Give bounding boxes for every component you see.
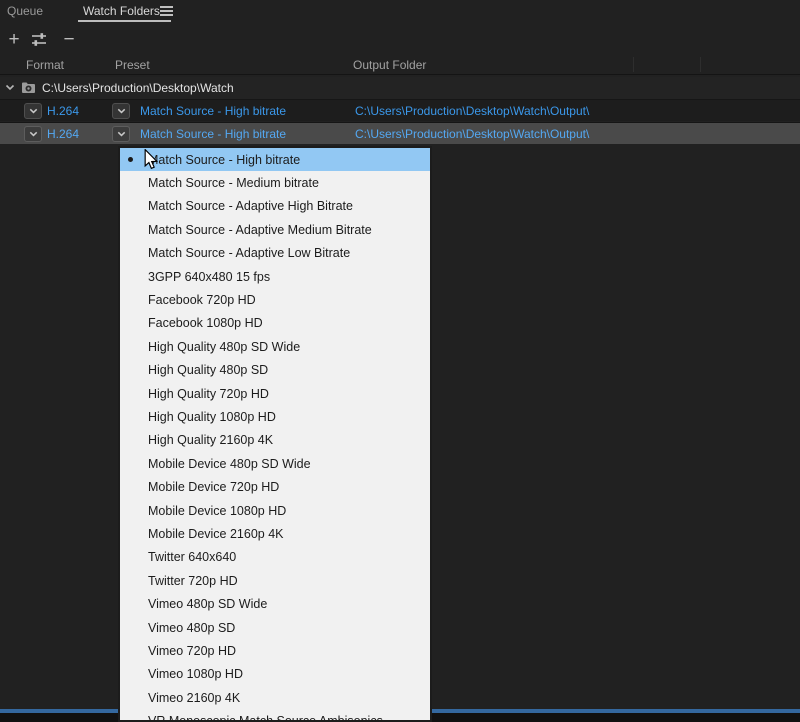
preset-option[interactable]: VR Monoscopic Match Source Ambisonics bbox=[120, 709, 430, 722]
column-header-format[interactable]: Format bbox=[26, 58, 64, 72]
preset-option[interactable]: Mobile Device 1080p HD bbox=[120, 499, 430, 522]
format-value[interactable]: H.264 bbox=[47, 100, 79, 122]
column-header-preset[interactable]: Preset bbox=[115, 58, 150, 72]
format-value[interactable]: H.264 bbox=[47, 123, 79, 145]
preset-option-label: Vimeo 2160p 4K bbox=[148, 691, 240, 705]
active-tab-underline bbox=[78, 20, 171, 22]
preset-option-label: Match Source - Adaptive High Bitrate bbox=[148, 199, 353, 213]
preset-option[interactable]: Vimeo 720p HD bbox=[120, 639, 430, 662]
mouse-cursor bbox=[144, 149, 158, 170]
preset-option-label: Vimeo 480p SD bbox=[148, 621, 235, 635]
preset-option-label: Match Source - High bitrate bbox=[148, 153, 300, 167]
tab-queue[interactable]: Queue bbox=[7, 4, 43, 18]
watch-folder-row[interactable]: C:\Users\Production\Desktop\Watch bbox=[0, 77, 800, 99]
watch-folders-panel: Queue Watch Folders + − Format Preset Ou… bbox=[0, 0, 800, 722]
preset-option[interactable]: Facebook 1080p HD bbox=[120, 312, 430, 335]
preset-option-label: VR Monoscopic Match Source Ambisonics bbox=[148, 714, 383, 722]
preset-option[interactable]: High Quality 2160p 4K bbox=[120, 429, 430, 452]
preset-option[interactable]: Vimeo 1080p HD bbox=[120, 663, 430, 686]
tab-watch-folders[interactable]: Watch Folders bbox=[83, 4, 160, 18]
preset-option[interactable]: Vimeo 480p SD bbox=[120, 616, 430, 639]
preset-option-label: High Quality 1080p HD bbox=[148, 410, 276, 424]
column-separator bbox=[633, 57, 634, 72]
output-folder-value[interactable]: C:\Users\Production\Desktop\Watch\Output… bbox=[355, 100, 589, 122]
preset-option[interactable]: Match Source - Adaptive High Bitrate bbox=[120, 195, 430, 218]
preset-option[interactable]: 3GPP 640x480 15 fps bbox=[120, 265, 430, 288]
watch-folder-toolbar: + − bbox=[0, 28, 800, 54]
preset-option-label: 3GPP 640x480 15 fps bbox=[148, 270, 270, 284]
encode-row[interactable]: H.264 Match Source - High bitrate C:\Users… bbox=[0, 122, 800, 144]
preset-option[interactable]: Match Source - Medium bitrate bbox=[120, 171, 430, 194]
preset-option-label: High Quality 720p HD bbox=[148, 387, 269, 401]
preset-option-label: High Quality 480p SD bbox=[148, 363, 268, 377]
preset-dropdown-list: Match Source - High bitrate Match Source … bbox=[118, 146, 432, 722]
preset-value[interactable]: Match Source - High bitrate bbox=[140, 123, 286, 145]
preset-option[interactable]: Vimeo 480p SD Wide bbox=[120, 592, 430, 615]
encode-row[interactable]: H.264 Match Source - High bitrate C:\Users… bbox=[0, 99, 800, 121]
preset-option-label: Mobile Device 480p SD Wide bbox=[148, 457, 311, 471]
header-separator bbox=[0, 74, 800, 75]
panel-menu-icon[interactable] bbox=[160, 6, 173, 16]
preset-option[interactable]: High Quality 720p HD bbox=[120, 382, 430, 405]
preset-option[interactable]: Twitter 720p HD bbox=[120, 569, 430, 592]
preset-option[interactable]: Mobile Device 2160p 4K bbox=[120, 522, 430, 545]
preset-option[interactable]: High Quality 480p SD Wide bbox=[120, 335, 430, 358]
preset-option[interactable]: Twitter 640x640 bbox=[120, 546, 430, 569]
panel-tab-bar: Queue Watch Folders bbox=[0, 0, 800, 24]
output-folder-value[interactable]: C:\Users\Production\Desktop\Watch\Output… bbox=[355, 123, 589, 145]
chevron-down-icon[interactable] bbox=[5, 84, 15, 91]
preset-option-label: High Quality 480p SD Wide bbox=[148, 340, 300, 354]
preset-option-label: Mobile Device 720p HD bbox=[148, 480, 279, 494]
preset-option[interactable]: Match Source - Adaptive Low Bitrate bbox=[120, 242, 430, 265]
preset-option[interactable]: High Quality 1080p HD bbox=[120, 405, 430, 428]
column-separator bbox=[700, 57, 701, 72]
format-dropdown-button[interactable] bbox=[24, 126, 42, 142]
preset-option[interactable]: Facebook 720p HD bbox=[120, 288, 430, 311]
preset-option[interactable]: Mobile Device 720p HD bbox=[120, 475, 430, 498]
preset-option-label: Facebook 1080p HD bbox=[148, 316, 263, 330]
format-dropdown-button[interactable] bbox=[24, 103, 42, 119]
preset-option-label: Vimeo 1080p HD bbox=[148, 667, 243, 681]
preset-option-label: High Quality 2160p 4K bbox=[148, 433, 273, 447]
preset-option[interactable]: Match Source - High bitrate bbox=[120, 148, 430, 171]
preset-option-label: Facebook 720p HD bbox=[148, 293, 256, 307]
column-header-output-folder[interactable]: Output Folder bbox=[353, 58, 426, 72]
preset-option-label: Mobile Device 2160p 4K bbox=[148, 527, 284, 541]
preset-option-label: Twitter 720p HD bbox=[148, 574, 238, 588]
watch-folder-icon bbox=[21, 81, 36, 94]
preset-option-label: Vimeo 480p SD Wide bbox=[148, 597, 267, 611]
preset-option-label: Match Source - Adaptive Low Bitrate bbox=[148, 246, 350, 260]
column-header-row: Format Preset Output Folder bbox=[0, 55, 800, 74]
preset-option-label: Twitter 640x640 bbox=[148, 550, 236, 564]
preset-option-label: Vimeo 720p HD bbox=[148, 644, 236, 658]
settings-sliders-icon[interactable] bbox=[30, 32, 52, 56]
preset-option[interactable]: Vimeo 2160p 4K bbox=[120, 686, 430, 709]
preset-option[interactable]: Match Source - Adaptive Medium Bitrate bbox=[120, 218, 430, 241]
preset-option-label: Mobile Device 1080p HD bbox=[148, 504, 286, 518]
preset-option[interactable]: High Quality 480p SD bbox=[120, 359, 430, 382]
preset-value[interactable]: Match Source - High bitrate bbox=[140, 100, 286, 122]
add-watch-folder-button[interactable]: + bbox=[3, 28, 25, 52]
preset-option-label: Match Source - Medium bitrate bbox=[148, 176, 319, 190]
preset-dropdown-button[interactable] bbox=[112, 103, 130, 119]
watch-folder-path: C:\Users\Production\Desktop\Watch bbox=[42, 77, 234, 99]
preset-option[interactable]: Mobile Device 480p SD Wide bbox=[120, 452, 430, 475]
preset-option-label: Match Source - Adaptive Medium Bitrate bbox=[148, 223, 372, 237]
preset-dropdown-button[interactable] bbox=[112, 126, 130, 142]
selected-bullet-icon bbox=[128, 157, 133, 162]
remove-watch-folder-button[interactable]: − bbox=[58, 28, 80, 52]
